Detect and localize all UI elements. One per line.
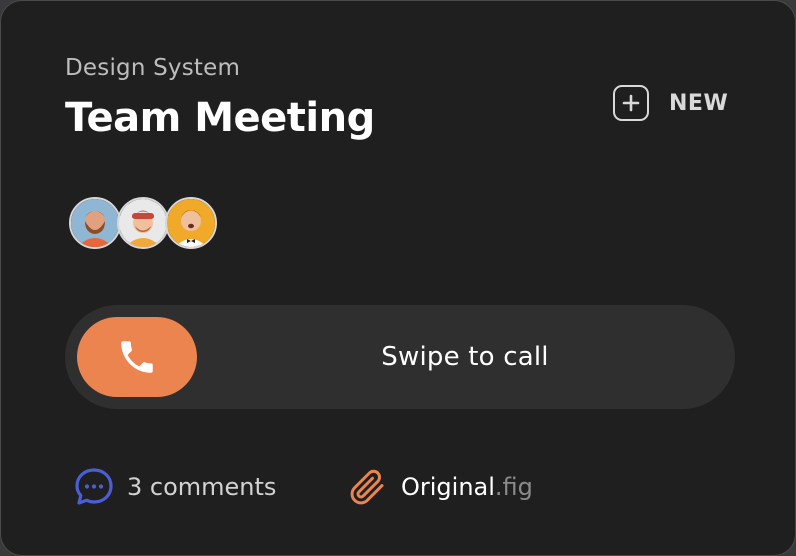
call-swipe-handle[interactable] — [77, 317, 197, 397]
person-avatar-icon — [119, 199, 167, 247]
card-subtitle: Design System — [65, 55, 241, 81]
comments-count: 3 comments — [127, 473, 277, 501]
card-title: Team Meeting — [65, 95, 375, 141]
person-avatar-icon — [167, 199, 215, 247]
new-button[interactable]: NEW — [613, 83, 728, 123]
phone-icon — [121, 341, 153, 373]
paperclip-icon — [350, 469, 384, 505]
swipe-label: Swipe to call — [381, 342, 549, 372]
avatar[interactable] — [69, 197, 121, 249]
comments-link[interactable]: 3 comments — [73, 463, 276, 511]
meeting-card: Design System Team Meeting NEW Swipe to … — [0, 0, 796, 556]
plus-square-icon — [613, 85, 649, 121]
chat-bubble-icon — [75, 468, 113, 505]
file-name: Original — [401, 473, 495, 501]
file-extension: .fig — [494, 473, 533, 501]
file-label: Original.fig — [401, 473, 533, 501]
avatar[interactable] — [117, 197, 169, 249]
swipe-to-call-slider[interactable]: Swipe to call — [65, 305, 735, 409]
new-button-label: NEW — [669, 90, 729, 116]
attachment-link[interactable]: Original.fig — [347, 463, 533, 511]
avatar[interactable] — [165, 197, 217, 249]
person-avatar-icon — [71, 199, 119, 247]
